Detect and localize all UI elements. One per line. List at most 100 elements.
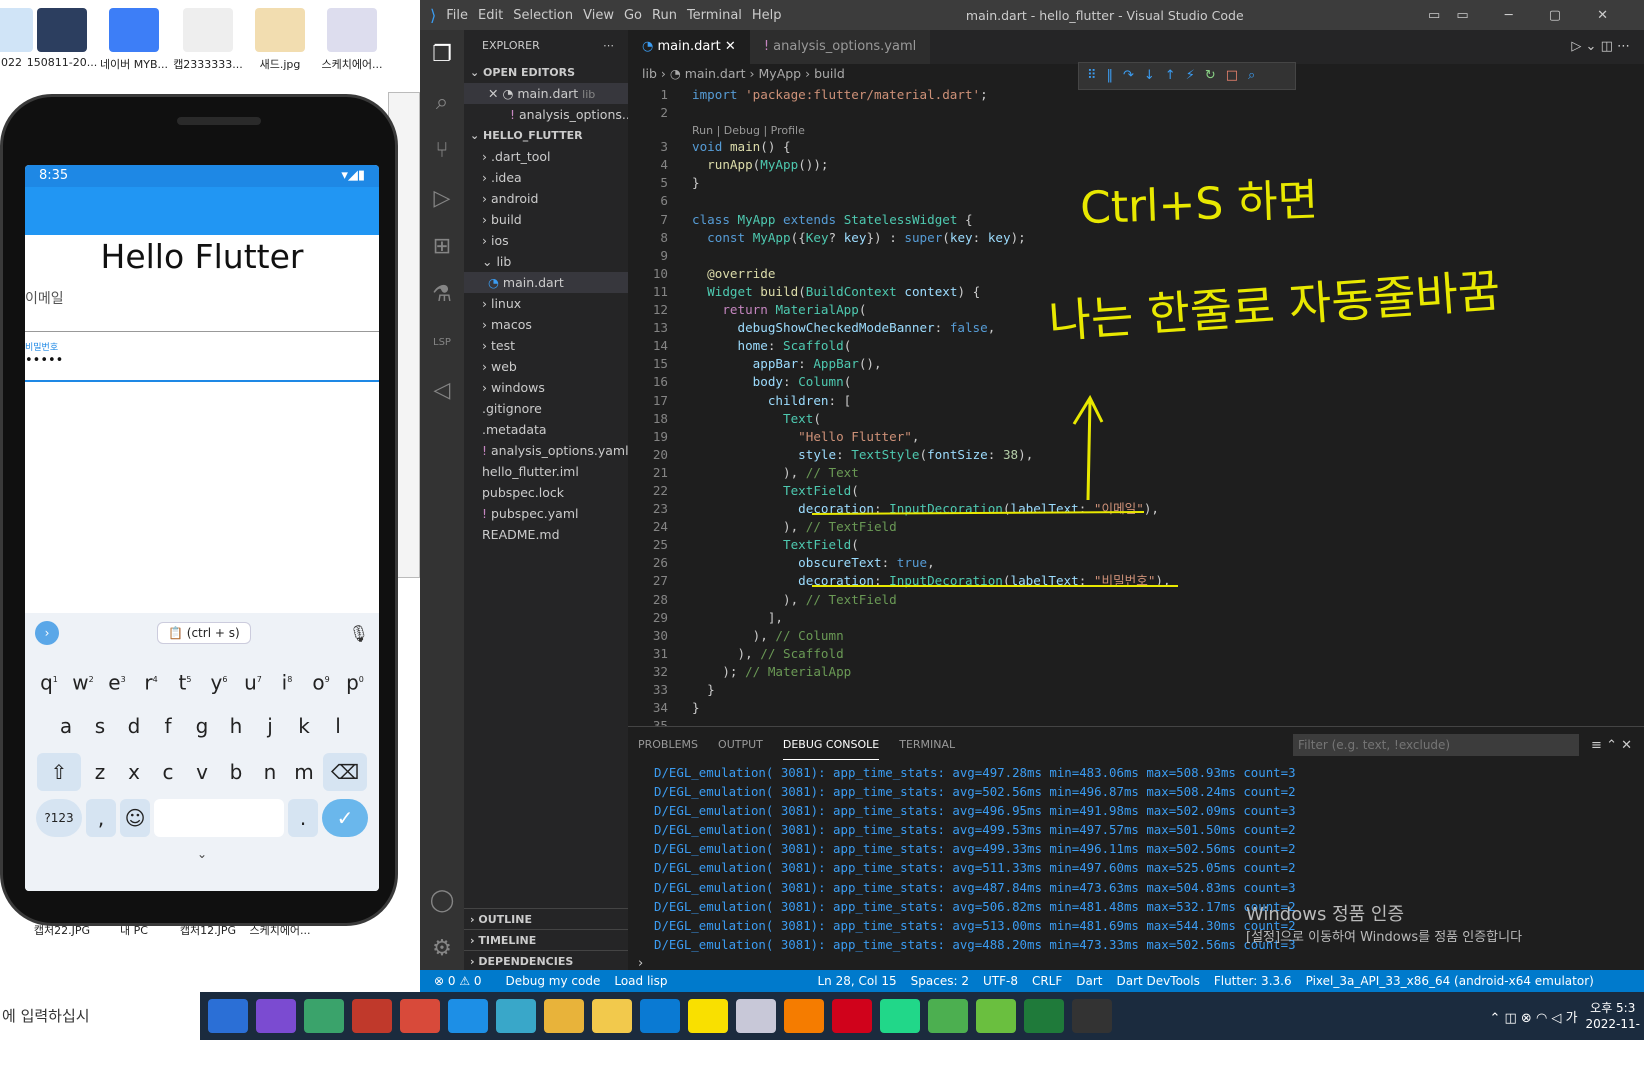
testing-icon[interactable]: ⚗	[420, 270, 464, 318]
key-y[interactable]: y6	[204, 661, 234, 699]
more-actions-icon[interactable]: ⋯	[603, 30, 614, 62]
code-line[interactable]: 33 }	[628, 681, 1644, 699]
code-line[interactable]: 34}	[628, 699, 1644, 717]
filezilla-taskbar-icon[interactable]	[352, 999, 392, 1033]
lsp-icon[interactable]: LSP	[420, 318, 464, 366]
taskbar-clock[interactable]: 오후 5:3 2022-11-	[1586, 1000, 1640, 1032]
key-c[interactable]: c	[153, 753, 183, 791]
key-p[interactable]: p0	[340, 661, 370, 699]
taskbar-search-box[interactable]: 에 입력하십시	[0, 992, 200, 1040]
visual-studio-taskbar-icon[interactable]	[256, 999, 296, 1033]
clipboard-chip[interactable]: 📋 (ctrl + s)	[157, 622, 251, 644]
debug-status[interactable]: Debug my code	[506, 974, 601, 988]
key-t[interactable]: t5	[170, 661, 200, 699]
extensions-icon[interactable]: ⊞	[420, 222, 464, 270]
menu-edit[interactable]: Edit	[478, 8, 503, 23]
opera-taskbar-icon[interactable]	[832, 999, 872, 1033]
folder-item[interactable]: › ios	[464, 230, 628, 251]
key-l[interactable]: l	[323, 707, 353, 745]
language-status[interactable]: Dart	[1076, 974, 1102, 988]
folder-item[interactable]: › .idea	[464, 167, 628, 188]
file-item[interactable]: pubspec.lock	[464, 482, 628, 503]
code-line[interactable]: 22 TextField(	[628, 482, 1644, 500]
minimap[interactable]	[1444, 80, 1614, 160]
key-m[interactable]: m	[289, 753, 319, 791]
key-o[interactable]: o9	[306, 661, 336, 699]
excel-taskbar-icon[interactable]	[1024, 999, 1064, 1033]
close-icon[interactable]: ✕	[725, 39, 736, 54]
code-line[interactable]: 30 ), // Column	[628, 627, 1644, 645]
key-k[interactable]: k	[289, 707, 319, 745]
console-filter-input[interactable]	[1293, 734, 1580, 756]
key-q[interactable]: q1	[34, 661, 64, 699]
folder-item[interactable]: › build	[464, 209, 628, 230]
key-n[interactable]: n	[255, 753, 285, 791]
file-item[interactable]: .metadata	[464, 419, 628, 440]
keyboard-hide-icon[interactable]: ⌄	[25, 847, 379, 861]
gear-icon[interactable]: ⚙	[420, 924, 464, 972]
folder-item[interactable]: › web	[464, 356, 628, 377]
desktop-icon[interactable]: 네이버 MYB...	[96, 8, 172, 72]
tab-main-dart[interactable]: ◔ main.dart ✕	[628, 30, 750, 64]
shift-key[interactable]: ⇧	[37, 753, 81, 791]
file-item[interactable]: ! analysis_options.yaml	[464, 440, 628, 461]
outline-section[interactable]: › OUTLINE	[464, 908, 628, 929]
code-line[interactable]: 29 ],	[628, 609, 1644, 627]
key-h[interactable]: h	[221, 707, 251, 745]
key-x[interactable]: x	[119, 753, 149, 791]
account-icon[interactable]: ◯	[420, 876, 464, 924]
menu-go[interactable]: Go	[624, 8, 642, 23]
console-input-chevron[interactable]: ›	[628, 956, 1644, 971]
file-item[interactable]: hello_flutter.iml	[464, 461, 628, 482]
code-line[interactable]: 17 children: [	[628, 392, 1644, 410]
problems-status[interactable]: ⊗ 0 ⚠ 0	[434, 974, 482, 988]
backspace-key[interactable]: ⌫	[323, 753, 367, 791]
folder-item[interactable]: › macos	[464, 314, 628, 335]
key-a[interactable]: a	[51, 707, 81, 745]
tab-output[interactable]: OUTPUT	[718, 727, 763, 763]
code-line[interactable]: 20 style: TextStyle(fontSize: 38),	[628, 446, 1644, 464]
project-section[interactable]: ⌄ HELLO_FLUTTER	[464, 125, 628, 146]
tab-analysis-options[interactable]: ! analysis_options.yaml	[749, 30, 931, 64]
space-key[interactable]	[154, 799, 284, 837]
store-taskbar-icon[interactable]	[640, 999, 680, 1033]
code-line[interactable]: 16 body: Column(	[628, 373, 1644, 391]
key-w[interactable]: w2	[68, 661, 98, 699]
menu-selection[interactable]: Selection	[513, 8, 573, 23]
code-line[interactable]: 32 ); // MaterialApp	[628, 663, 1644, 681]
desktop-icon[interactable]: 새드.jpg	[242, 8, 318, 72]
dependencies-section[interactable]: › DEPENDENCIES	[464, 950, 628, 971]
period-key[interactable]: .	[288, 799, 318, 837]
flutter-icon[interactable]: ◁	[420, 366, 464, 414]
desktop-icon[interactable]: 캡2333333...	[170, 8, 246, 72]
keyboard-expand-icon[interactable]: ›	[35, 621, 59, 645]
panel-actions-icon[interactable]: ≡ ⌃ ✕	[1591, 738, 1632, 753]
code-line[interactable]: 19 "Hello Flutter",	[628, 428, 1644, 446]
devtools-status[interactable]: Dart DevTools	[1117, 974, 1200, 988]
code-line[interactable]: 21 ), // Text	[628, 464, 1644, 482]
atom-taskbar-icon[interactable]	[304, 999, 344, 1033]
timeline-section[interactable]: › TIMELINE	[464, 929, 628, 950]
key-r[interactable]: r4	[136, 661, 166, 699]
desktop-icon[interactable]: 스케치에어...	[314, 8, 390, 72]
file-item[interactable]: README.md	[464, 524, 628, 545]
clion-taskbar-icon[interactable]	[976, 999, 1016, 1033]
menu-terminal[interactable]: Terminal	[687, 8, 742, 23]
vscode-taskbar-icon[interactable]	[208, 999, 248, 1033]
tray-icons[interactable]: ⌃ ◫ ⊗ ◠ ◁ 가	[1489, 1007, 1577, 1026]
folder-item[interactable]: › windows	[464, 377, 628, 398]
open-editor-item[interactable]: ! analysis_options....	[464, 104, 628, 125]
load-lisp-status[interactable]: Load lisp	[614, 974, 667, 988]
file-explorer-taskbar-icon[interactable]	[592, 999, 632, 1033]
key-e[interactable]: e3	[102, 661, 132, 699]
key-d[interactable]: d	[119, 707, 149, 745]
menu-run[interactable]: Run	[652, 8, 677, 23]
source-control-icon[interactable]: ⑂	[420, 126, 464, 174]
encoding-status[interactable]: UTF-8	[983, 974, 1018, 988]
pdf-taskbar-icon[interactable]	[400, 999, 440, 1033]
key-f[interactable]: f	[153, 707, 183, 745]
folder-item[interactable]: › android	[464, 188, 628, 209]
folder-item[interactable]: ⌄ lib	[464, 251, 628, 272]
window-controls[interactable]: ▭▭ ─ ▢ ✕	[1428, 8, 1624, 23]
chrome-taskbar-icon[interactable]	[544, 999, 584, 1033]
